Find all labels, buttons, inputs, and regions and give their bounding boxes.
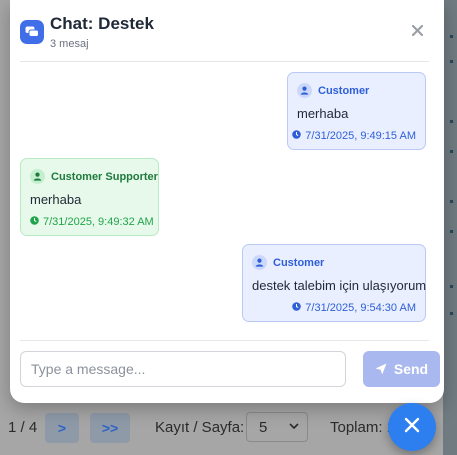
close-chat-fab[interactable]: [388, 403, 436, 451]
chat-modal: Chat: Destek 3 mesaj Customer merhaba 7/…: [10, 0, 444, 403]
user-icon: [297, 83, 312, 98]
background-scroll-strip: [443, 0, 457, 455]
message-bubble: Customer merhaba 7/31/2025, 9:49:15 AM: [287, 72, 426, 150]
message-input[interactable]: [20, 351, 346, 387]
page-info: 1 / 4: [8, 418, 38, 436]
chevron-down-icon: [289, 421, 299, 433]
per-page-value: 5: [259, 418, 268, 436]
message-timestamp: 7/31/2025, 9:49:15 AM: [305, 130, 416, 142]
chat-bubble-icon: [20, 20, 44, 44]
message-bubble: Customer Supporter merhaba 7/31/2025, 9:…: [20, 158, 159, 236]
paper-plane-icon: [375, 363, 387, 375]
composer-divider: [20, 340, 429, 341]
clock-icon: [292, 302, 302, 314]
close-icon[interactable]: [411, 21, 424, 39]
next-page-button[interactable]: >: [45, 413, 79, 443]
per-page-label: Kayıt / Sayfa:: [155, 418, 245, 436]
header-divider: [20, 61, 429, 62]
message-bubble: Customer destek talebim için ulaşıyorum …: [242, 244, 426, 322]
chat-header: Chat: Destek 3 mesaj: [10, 0, 444, 62]
message-composer: Send: [20, 350, 440, 388]
chat-title: Chat: Destek: [50, 14, 154, 33]
message-text: merhaba: [30, 192, 82, 207]
total-count: Toplam: 1: [330, 418, 396, 436]
send-label: Send: [393, 361, 429, 377]
message-text: destek talebim için ulaşıyorum: [252, 278, 427, 293]
message-timestamp: 7/31/2025, 9:54:30 AM: [305, 302, 416, 314]
send-button[interactable]: Send: [363, 351, 440, 387]
message-sender: Customer: [318, 84, 370, 97]
per-page-select[interactable]: 5: [246, 412, 308, 442]
user-icon: [30, 169, 45, 184]
user-icon: [252, 255, 267, 270]
message-timestamp: 7/31/2025, 9:49:32 AM: [43, 216, 154, 228]
message-count: 3 mesaj: [50, 38, 89, 50]
message-sender: Customer Supporter: [51, 170, 158, 183]
message-text: merhaba: [297, 106, 349, 121]
message-sender: Customer: [273, 256, 325, 269]
last-page-button[interactable]: >>: [90, 413, 130, 443]
close-icon: [404, 417, 420, 438]
clock-icon: [30, 216, 39, 228]
clock-icon: [292, 130, 302, 142]
